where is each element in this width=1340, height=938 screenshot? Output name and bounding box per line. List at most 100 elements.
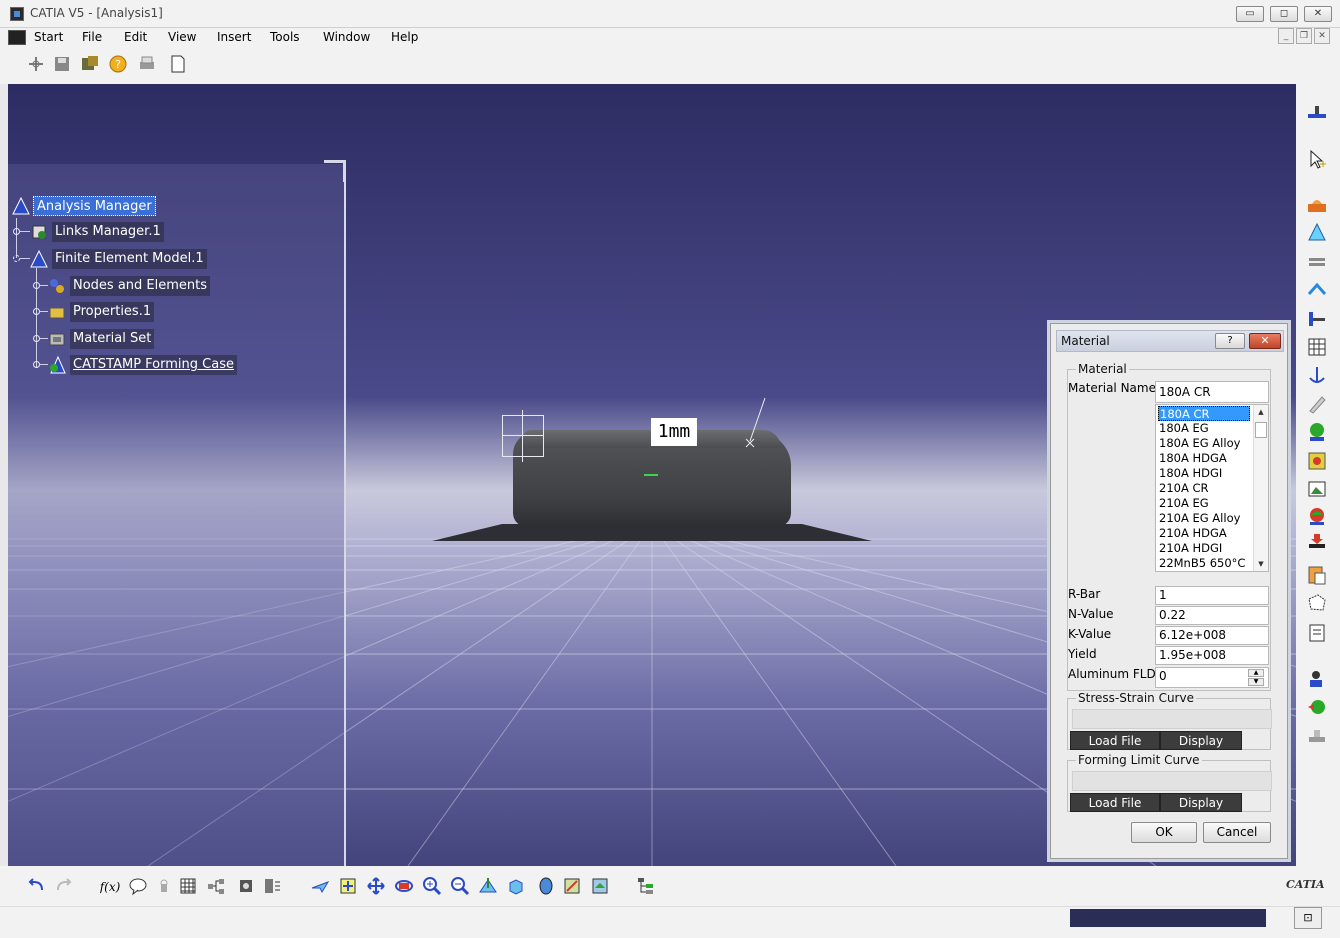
normal-view-icon[interactable]	[478, 876, 498, 896]
redo-icon[interactable]	[54, 876, 74, 896]
spin-up-icon[interactable]: ▲	[1248, 669, 1264, 677]
material-list-item[interactable]: 210A HDGA	[1158, 526, 1250, 541]
forming-limit-display-button[interactable]: Display	[1160, 793, 1242, 812]
save-icon[interactable]	[52, 54, 72, 74]
restraint-icon[interactable]	[1306, 308, 1328, 330]
material-list-scrollbar[interactable]: ▲ ▼	[1253, 405, 1268, 571]
print-icon[interactable]	[137, 54, 157, 74]
hide-show-icon[interactable]	[236, 876, 256, 896]
fit-all-icon[interactable]	[338, 876, 358, 896]
material-list[interactable]: 180A CR 180A EG 180A EG Alloy 180A HDGA …	[1155, 404, 1269, 572]
kvalue-field[interactable]: 6.12e+008	[1155, 626, 1269, 645]
tree-expand-dot[interactable]	[33, 335, 40, 342]
user-icon[interactable]	[1306, 668, 1328, 690]
menu-start[interactable]: Start	[34, 30, 63, 44]
results-icon[interactable]	[1306, 450, 1328, 472]
scroll-up-icon[interactable]: ▲	[1254, 405, 1268, 419]
zoom-in-icon[interactable]	[422, 876, 442, 896]
report-icon[interactable]	[1306, 564, 1328, 586]
split-icon[interactable]	[1306, 250, 1328, 272]
dialog-title-bar[interactable]: Material ? ✕	[1056, 330, 1284, 352]
swap-visible-icon[interactable]	[590, 876, 610, 896]
deformation-icon[interactable]	[1306, 506, 1328, 528]
menu-insert[interactable]: Insert	[217, 30, 251, 44]
yield-field[interactable]: 1.95e+008	[1155, 646, 1269, 665]
document-icon[interactable]	[8, 30, 26, 45]
new-icon[interactable]	[26, 54, 46, 74]
menu-tools[interactable]: Tools	[270, 30, 300, 44]
tree-expand-dot[interactable]	[33, 308, 40, 315]
material-list-item[interactable]: 210A CR	[1158, 481, 1250, 496]
cancel-button[interactable]: Cancel	[1203, 822, 1271, 843]
image-icon[interactable]	[1306, 478, 1328, 500]
probe-icon[interactable]	[1306, 393, 1328, 415]
tree-expand-dot[interactable]	[33, 282, 40, 289]
tree-expand-dot[interactable]	[13, 255, 20, 262]
render-style-icon[interactable]	[536, 876, 556, 896]
mdi-restore-button[interactable]: ❐	[1296, 28, 1312, 44]
grid-icon[interactable]	[178, 876, 198, 896]
menu-help[interactable]: Help	[391, 30, 418, 44]
anchor-icon[interactable]	[1306, 364, 1328, 386]
dialog-help-button[interactable]: ?	[1215, 333, 1245, 349]
lock-icon[interactable]	[154, 876, 174, 896]
menu-edit[interactable]: Edit	[124, 30, 147, 44]
close-button[interactable]: ✕	[1304, 6, 1332, 22]
undo-icon[interactable]	[26, 876, 46, 896]
stack-icon[interactable]	[1306, 724, 1328, 746]
toolbar-handle-icon[interactable]	[1306, 100, 1328, 122]
material-list-item[interactable]: 180A HDGA	[1158, 451, 1250, 466]
save-management-icon[interactable]	[80, 54, 100, 74]
compute-icon[interactable]	[1306, 421, 1328, 443]
stress-strain-display-button[interactable]: Display	[1160, 731, 1242, 750]
stress-strain-load-file-button[interactable]: Load File	[1070, 731, 1160, 750]
select-arrow-icon[interactable]	[1306, 148, 1328, 170]
material-name-field[interactable]: 180A CR	[1155, 381, 1269, 403]
mdi-close-button[interactable]: ✕	[1314, 28, 1330, 44]
menu-window[interactable]: Window	[323, 30, 370, 44]
ok-button[interactable]: OK	[1131, 822, 1197, 843]
dialog-close-button[interactable]: ✕	[1249, 333, 1281, 349]
down-arrow-icon[interactable]	[1306, 530, 1328, 552]
help-icon[interactable]: ?	[108, 54, 128, 74]
sensor-icon[interactable]	[1306, 696, 1328, 718]
material-list-item[interactable]: 180A CR	[1158, 406, 1250, 421]
fly-mode-icon[interactable]	[310, 876, 330, 896]
material-list-item[interactable]: 180A EG Alloy	[1158, 436, 1250, 451]
command-input-field[interactable]	[1070, 909, 1266, 927]
document-page-icon[interactable]	[168, 54, 188, 74]
process-icon[interactable]	[1306, 194, 1328, 216]
swap-icon[interactable]	[262, 876, 282, 896]
material-list-item[interactable]: 180A EG	[1158, 421, 1250, 436]
aluminum-fld0-spinner[interactable]: 0 ▲ ▼	[1155, 667, 1269, 688]
zoom-out-icon[interactable]	[450, 876, 470, 896]
spin-down-icon[interactable]: ▼	[1248, 678, 1264, 686]
specification-tree-icon[interactable]	[636, 876, 656, 896]
menu-file[interactable]: File	[82, 30, 102, 44]
material-list-item[interactable]: 210A EG Alloy	[1158, 511, 1250, 526]
table-icon[interactable]	[1306, 336, 1328, 358]
material-list-item[interactable]: 210A HDGI	[1158, 541, 1250, 556]
notes-icon[interactable]	[1306, 622, 1328, 644]
status-button[interactable]: ⊡	[1294, 907, 1322, 929]
menu-view[interactable]: View	[168, 30, 196, 44]
iso-view-icon[interactable]	[506, 876, 526, 896]
up-arrow-icon[interactable]	[1306, 280, 1328, 302]
hierarchy-icon[interactable]	[206, 876, 226, 896]
material-list-item[interactable]: 180A HDGI	[1158, 466, 1250, 481]
forming-limit-load-file-button[interactable]: Load File	[1070, 793, 1160, 812]
formula-icon[interactable]: f(x)	[100, 876, 120, 896]
hide-icon[interactable]	[562, 876, 582, 896]
tree-expand-dot[interactable]	[13, 228, 20, 235]
minimize-button[interactable]: ▭	[1236, 6, 1264, 22]
scroll-thumb[interactable]	[1255, 422, 1267, 438]
material-list-item[interactable]: 22MnB5 650°C	[1158, 556, 1250, 571]
nvalue-field[interactable]: 0.22	[1155, 606, 1269, 625]
rotate-icon[interactable]	[394, 876, 414, 896]
mdi-minimize-button[interactable]: _	[1278, 28, 1294, 44]
forming-limit-file-field[interactable]	[1072, 771, 1272, 791]
maximize-button[interactable]: ◻	[1270, 6, 1298, 22]
stress-strain-file-field[interactable]	[1072, 709, 1272, 729]
shape-icon[interactable]	[1306, 592, 1328, 614]
material-list-item[interactable]: 210A EG	[1158, 496, 1250, 511]
